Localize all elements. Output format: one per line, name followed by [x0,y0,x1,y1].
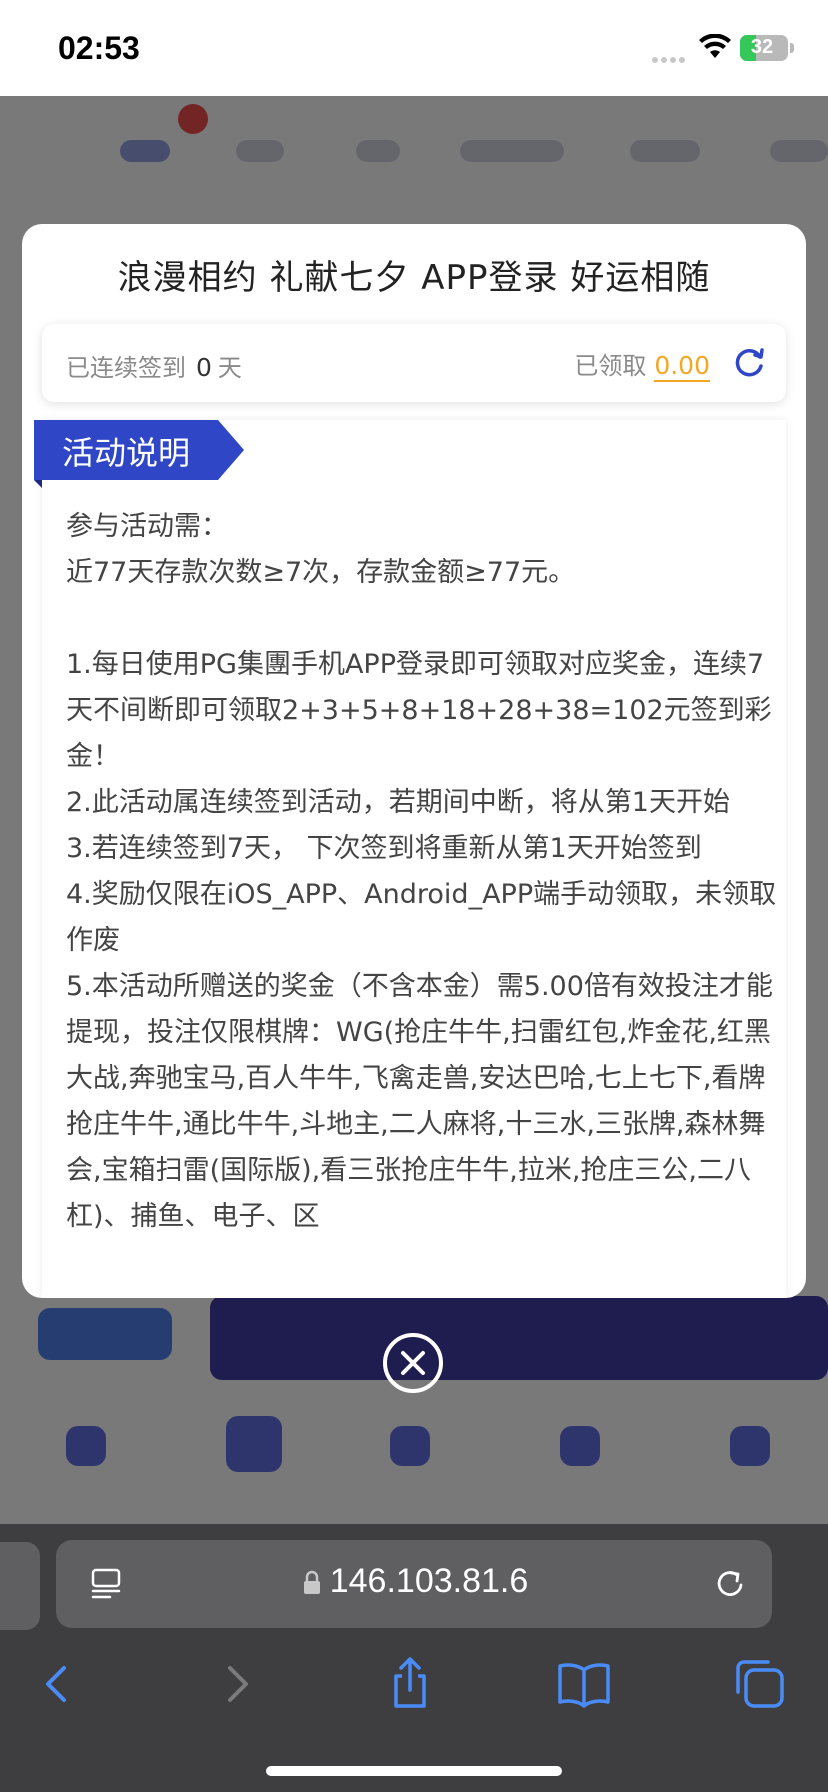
received-amount: 0.00 [654,351,710,382]
wifi-icon [699,34,731,58]
streak-count: 0 [196,353,212,382]
sign-in-activity-modal: 浪漫相约 礼献七夕 APP登录 好运相随 已连续签到 0 天 已领取 0.00 活动说… [22,224,806,1298]
received-label: 已领取 [574,352,647,380]
refresh-icon[interactable] [732,346,766,380]
battery-icon: 32 [740,35,788,61]
home-indicator[interactable] [266,1766,562,1776]
reload-icon[interactable] [712,1566,748,1602]
battery-level: 32 [750,36,774,58]
tabs-icon[interactable] [732,1656,788,1712]
previous-tab-preview[interactable] [0,1542,40,1630]
streak-unit: 天 [217,354,242,382]
sign-in-status-card: 已连续签到 0 天 已领取 0.00 [42,324,786,402]
modal-title: 浪漫相约 礼献七夕 APP登录 好运相随 [117,258,711,298]
address-bar[interactable]: 146.103.81.6 [56,1540,772,1628]
cellular-signal-icon [652,48,688,67]
status-bar: 02:53 32 [0,0,828,96]
back-icon[interactable] [30,1656,86,1712]
forward-icon[interactable] [208,1656,264,1712]
share-icon[interactable] [382,1656,438,1712]
streak-info: 已连续签到 0 天 [66,348,242,383]
close-icon[interactable] [382,1332,444,1394]
rules-tag-label: 活动说明 [61,434,190,472]
browser-toolbar [0,1630,828,1792]
streak-label: 已连续签到 [66,354,186,382]
browser-address-area: 146.103.81.6 [0,1524,828,1630]
received-info: 已领取 0.00 [574,346,710,382]
rules-text: 参与活动需： 近77天存款次数≥7次，存款金额≥77元。 1.每日使用PG集團手… [66,511,777,1232]
url-text: 146.103.81.6 [329,1562,529,1600]
status-time: 02:53 [58,30,140,66]
bookmarks-icon[interactable] [556,1656,612,1712]
